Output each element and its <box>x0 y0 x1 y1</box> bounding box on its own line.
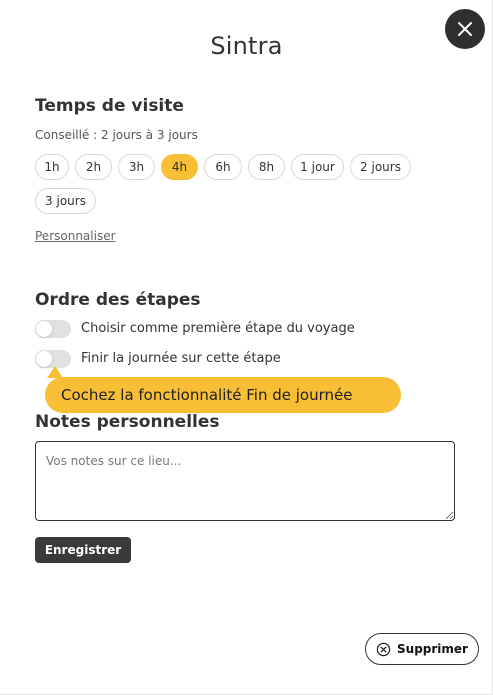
notes-heading: Notes personnelles <box>35 412 220 432</box>
delete-button-label: Supprimer <box>397 642 468 656</box>
step-order-heading: Ordre des étapes <box>35 290 201 310</box>
visit-time-heading: Temps de visite <box>35 96 184 116</box>
guide-tooltip-text: Cochez la fonctionnalité Fin de journée <box>61 386 353 404</box>
duration-option-4h-selected[interactable]: 4h <box>161 154 198 180</box>
duration-option-2h[interactable]: 2h <box>75 154 112 180</box>
delete-button[interactable]: Supprimer <box>365 633 479 665</box>
first-step-toggle[interactable] <box>35 320 71 338</box>
customize-link[interactable]: Personnaliser <box>35 229 116 243</box>
save-button[interactable]: Enregistrer <box>35 537 131 563</box>
guide-tooltip: Cochez la fonctionnalité Fin de journée <box>45 377 401 413</box>
page-title: Sintra <box>210 32 283 60</box>
toggle-knob <box>36 321 52 337</box>
place-details-panel: Sintra Temps de visite Conseillé : 2 jou… <box>0 0 493 695</box>
toggle-knob <box>36 351 52 367</box>
duration-option-3-jours[interactable]: 3 jours <box>35 188 96 214</box>
duration-option-3h[interactable]: 3h <box>118 154 155 180</box>
notes-textarea[interactable] <box>35 441 455 521</box>
visit-time-advice: Conseillé : 2 jours à 3 jours <box>35 128 198 142</box>
end-day-label: Finir la journée sur cette étape <box>81 351 281 366</box>
duration-option-8h[interactable]: 8h <box>248 154 285 180</box>
circle-x-icon <box>376 642 391 656</box>
duration-option-2-jours[interactable]: 2 jours <box>350 154 411 180</box>
duration-option-1h[interactable]: 1h <box>35 154 69 180</box>
duration-option-1-jour[interactable]: 1 jour <box>291 154 344 180</box>
first-step-label: Choisir comme première étape du voyage <box>81 321 355 336</box>
duration-option-6h[interactable]: 6h <box>204 154 242 180</box>
